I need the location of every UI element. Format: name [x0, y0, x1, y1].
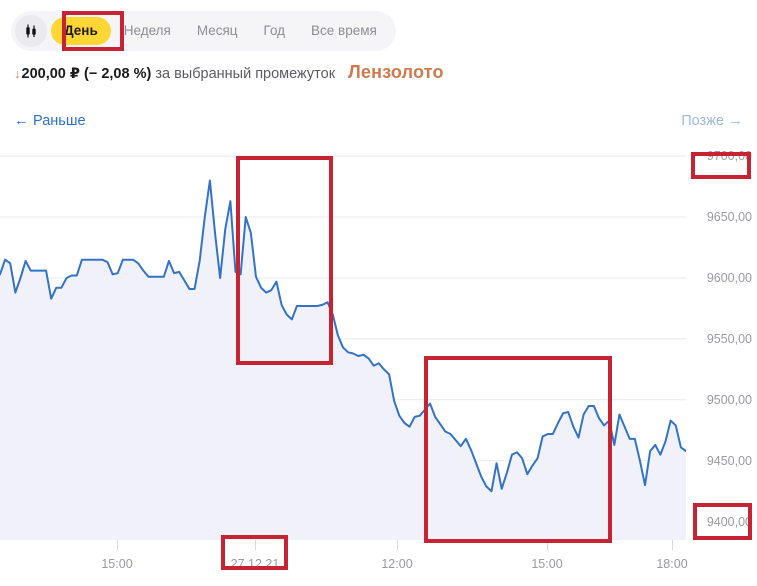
x-axis-tick-mark [117, 540, 118, 550]
tab-mesyats[interactable]: Месяц [184, 17, 251, 45]
y-axis-tick-label: 9550,00 [706, 331, 752, 346]
y-axis-tick-label: 9600,00 [706, 271, 752, 285]
period-tab-bar: День Неделя Месяц Год Все время [11, 11, 396, 51]
tab-god[interactable]: Год [251, 17, 299, 45]
y-axis-labels: 9700,00 9650,00 9600,00 9550,00 9500,00 9450,… [690, 149, 757, 540]
candlestick-chart-icon[interactable] [15, 15, 47, 47]
y-axis-tick-label: 9500,00 [706, 392, 752, 407]
x-axis-tick-mark [397, 540, 398, 550]
tab-den[interactable]: День [51, 17, 111, 45]
chart-pagination: ← Раньше Позже → [0, 112, 757, 138]
earlier-button[interactable]: ← Раньше [14, 112, 86, 129]
arrow-right-icon: → [728, 112, 743, 129]
tab-nedelya[interactable]: Неделя [111, 17, 184, 45]
x-axis-tick-label: 12:00 [381, 557, 413, 571]
instrument-name: Лензолото [348, 62, 444, 82]
y-axis-tick-label: 9700,00 [706, 149, 752, 164]
arrow-left-icon: ← [14, 112, 29, 129]
x-axis-tick-mark [672, 540, 673, 550]
x-axis-tick-label: 18:00 [656, 557, 688, 571]
x-axis-tick-label: 15:00 [101, 557, 133, 571]
y-axis-tick-label: 9650,00 [706, 210, 752, 224]
earlier-label: Раньше [33, 113, 86, 129]
chart-plot-area[interactable] [0, 150, 686, 540]
y-axis-tick-label: 9450,00 [706, 453, 752, 468]
x-axis-labels: 15:00 27.12.21 12:00 15:00 18:00 [0, 540, 688, 586]
price-delta-value: 200,00 ₽ (− 2,08 %) [21, 66, 152, 82]
x-axis-tick-mark [255, 540, 256, 550]
x-axis-tick-mark [547, 540, 548, 550]
y-axis-tick-label: 9400,00 [706, 514, 752, 529]
chart-area-fill [0, 180, 686, 540]
price-down-arrow-icon: ↓ [14, 66, 21, 81]
chart-svg [0, 155, 686, 540]
later-label: Позже [681, 113, 724, 129]
price-chart[interactable]: 9700,00 9650,00 9600,00 9550,00 9500,00 9450,… [0, 149, 757, 586]
later-button[interactable]: Позже → [681, 112, 743, 129]
summary-period-text: за выбранный промежуток [155, 66, 336, 82]
x-axis-tick-label: 27.12.21 [230, 557, 280, 571]
x-axis-tick-label: 15:00 [531, 557, 563, 571]
price-change-summary: ↓200,00 ₽ (− 2,08 %) за выбранный промеж… [14, 62, 444, 84]
tab-vse-vremya[interactable]: Все время [298, 17, 390, 45]
